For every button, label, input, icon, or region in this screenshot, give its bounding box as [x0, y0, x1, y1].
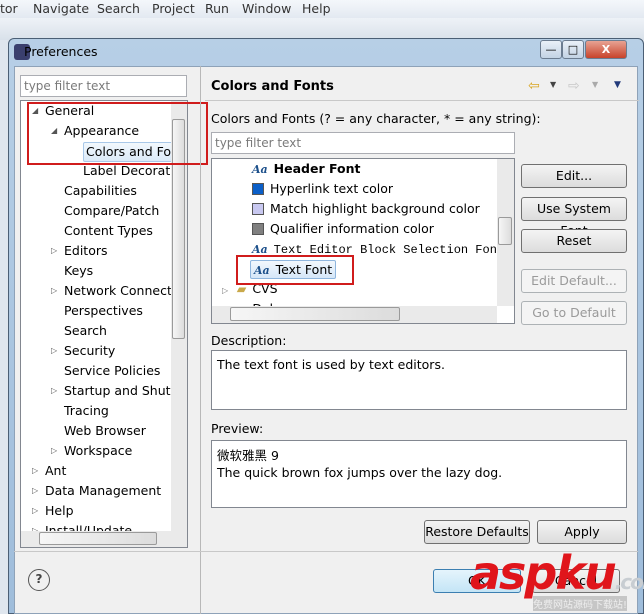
list-item-label: Match highlight background color — [270, 201, 480, 216]
apply-button[interactable]: Apply — [537, 520, 627, 544]
tree-horizontal-scrollbar[interactable] — [21, 531, 187, 547]
menu-help[interactable]: Help — [302, 1, 331, 16]
highlight-box — [27, 102, 208, 165]
page-title: Colors and Fonts — [211, 79, 334, 94]
expand-arrow-icon[interactable]: ▷ — [51, 241, 57, 261]
list-horizontal-scrollbar[interactable] — [212, 306, 497, 323]
forward-arrow-icon[interactable]: ⇨ — [568, 78, 580, 94]
list-item[interactable]: Hyperlink text color — [252, 179, 393, 199]
preference-tree: ◢ General ◢ Appearance Colors and Fonts Label… — [20, 100, 188, 548]
maximize-button[interactable]: □ — [562, 40, 584, 59]
go-to-default-button[interactable]: Go to Default — [521, 301, 627, 325]
list-item[interactable]: Qualifier information color — [252, 219, 434, 239]
tree-item[interactable]: Network Connections — [64, 281, 187, 301]
tree-item[interactable]: Editors — [64, 241, 108, 261]
menu-run[interactable]: Run — [205, 1, 229, 16]
view-menu-icon[interactable]: ▼ — [614, 80, 621, 90]
expand-arrow-icon[interactable]: ▷ — [222, 286, 231, 295]
expand-arrow-icon[interactable]: ▷ — [32, 501, 38, 521]
expand-arrow-icon[interactable]: ▷ — [32, 461, 38, 481]
tree-item[interactable]: Capabilities — [64, 181, 137, 201]
tree-item[interactable]: Web Browser — [64, 421, 146, 441]
preview-box: 微软雅黑 9 The quick brown fox jumps over th… — [211, 440, 627, 508]
description-label: Description: — [211, 333, 287, 348]
back-arrow-icon[interactable]: ⇦ — [528, 78, 540, 94]
expand-arrow-icon[interactable]: ▷ — [51, 281, 57, 301]
tree-item[interactable]: Perspectives — [64, 301, 143, 321]
list-item[interactable]: Aa Header Font — [252, 159, 360, 179]
expand-arrow-icon[interactable]: ▷ — [32, 481, 38, 501]
forward-dropdown-icon[interactable]: ▼ — [592, 80, 598, 89]
colors-filter-input[interactable] — [211, 132, 515, 154]
tree-item[interactable]: Help — [45, 501, 74, 521]
menu-bar: tor Navigate Search Project Run Window Help — [0, 0, 644, 18]
filter-instruction: Colors and Fonts (? = any character, * =… — [211, 111, 541, 126]
watermark-subtitle: 免费网站源码下载站! — [533, 596, 628, 611]
menu-tor[interactable]: tor — [0, 1, 18, 16]
preview-font-name: 微软雅黑 9 — [217, 448, 279, 463]
tree-item[interactable]: Startup and Shutdown — [64, 381, 187, 401]
tree-item[interactable]: Service Policies — [64, 361, 160, 381]
tree-item[interactable]: Search — [64, 321, 107, 341]
tree-item[interactable]: Compare/Patch — [64, 201, 159, 221]
description-text: The text font is used by text editors. — [211, 350, 627, 410]
tree-item[interactable]: Workspace — [64, 441, 132, 461]
menu-navigate[interactable]: Navigate — [33, 1, 89, 16]
edit-button[interactable]: Edit... — [521, 164, 627, 188]
tree-item[interactable]: Ant — [45, 461, 66, 481]
back-dropdown-icon[interactable]: ▼ — [550, 80, 556, 89]
menu-project[interactable]: Project — [152, 1, 195, 16]
menu-search[interactable]: Search — [97, 1, 140, 16]
tree-vertical-scrollbar[interactable] — [171, 101, 187, 531]
tree-item[interactable]: Tracing — [64, 401, 109, 421]
expand-arrow-icon[interactable]: ▷ — [51, 341, 57, 361]
preview-sample: The quick brown fox jumps over the lazy … — [217, 465, 503, 480]
toolbar — [0, 18, 644, 40]
list-vertical-scrollbar[interactable] — [497, 159, 514, 306]
menu-window[interactable]: Window — [242, 1, 291, 16]
restore-defaults-button[interactable]: Restore Defaults — [424, 520, 530, 544]
tree-item[interactable]: Data Management — [45, 481, 161, 501]
list-item-label: Hyperlink text color — [270, 181, 394, 196]
close-button[interactable]: X — [585, 40, 627, 59]
sash[interactable] — [200, 66, 201, 614]
help-icon[interactable]: ? — [28, 569, 50, 591]
tree-filter-input[interactable] — [20, 75, 187, 97]
tree-item[interactable]: Content Types — [64, 221, 153, 241]
color-swatch-icon — [252, 203, 264, 215]
expand-arrow-icon[interactable]: ▷ — [51, 381, 57, 401]
minimize-button[interactable]: — — [540, 40, 562, 59]
list-item-label: Qualifier information color — [270, 221, 434, 236]
reset-button[interactable]: Reset — [521, 229, 627, 253]
tree-item[interactable]: Keys — [64, 261, 93, 281]
divider — [205, 100, 639, 101]
use-system-font-button[interactable]: Use System Font — [521, 197, 627, 238]
highlight-box — [236, 255, 354, 285]
font-icon: Aa — [252, 163, 268, 176]
color-swatch-icon — [252, 183, 264, 195]
preview-label: Preview: — [211, 421, 264, 436]
edit-default-button[interactable]: Edit Default... — [521, 269, 627, 293]
tree-item[interactable]: Security — [64, 341, 115, 361]
colors-fonts-list: Aa Header Font Hyperlink text color Match h… — [211, 158, 515, 324]
list-item[interactable]: Match highlight background color — [252, 199, 480, 219]
list-item-label: Header Font — [273, 161, 361, 176]
expand-arrow-icon[interactable]: ▷ — [51, 441, 57, 461]
dialog-title: Preferences — [24, 44, 98, 59]
color-swatch-icon — [252, 223, 264, 235]
